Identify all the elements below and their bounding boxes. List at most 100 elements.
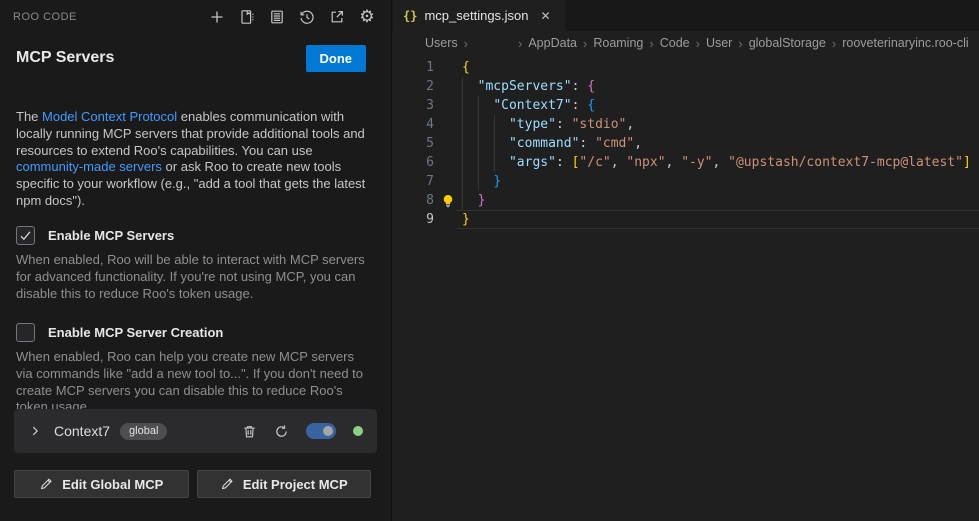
breadcrumb-separator-icon: ›	[583, 36, 587, 51]
line-number: 6	[392, 153, 434, 172]
gutter-spacer	[434, 58, 462, 77]
done-button[interactable]: Done	[306, 45, 367, 72]
code-text: {	[462, 58, 470, 77]
gutter-spacer	[434, 210, 462, 229]
editor-area: {} mcp_settings.json ✕ Users › › AppData › Ro…	[391, 0, 979, 521]
code-line[interactable]: 3 "Context7": {	[392, 96, 979, 115]
enable-mcp-creation-label: Enable MCP Server Creation	[48, 325, 223, 340]
code-text: "Context7": {	[462, 96, 595, 115]
line-number: 7	[392, 172, 434, 191]
line-number: 1	[392, 58, 434, 77]
extension-title: ROO CODE	[13, 11, 77, 23]
enable-mcp-servers-label: Enable MCP Servers	[48, 228, 174, 243]
code-text: }	[462, 191, 485, 210]
line-number: 8	[392, 191, 434, 210]
code-line[interactable]: 9}	[392, 210, 979, 229]
server-status-dot	[353, 426, 363, 436]
server-name: Context7	[54, 423, 110, 439]
chevron-right-icon[interactable]	[28, 424, 42, 438]
edit-project-mcp-label: Edit Project MCP	[243, 477, 348, 492]
breadcrumb-separator-icon: ›	[518, 36, 522, 51]
code-editor[interactable]: 1{2 "mcpServers": {3 "Context7": {4 "typ…	[392, 58, 979, 229]
link-external-icon[interactable]	[326, 6, 348, 28]
gutter-spacer	[434, 153, 462, 172]
breadcrumb-separator-icon: ›	[738, 36, 742, 51]
code-line[interactable]: 8 }	[392, 191, 979, 210]
intro-text: The	[16, 109, 42, 124]
notebook-icon[interactable]	[236, 6, 258, 28]
gear-icon[interactable]: ⚙	[356, 6, 378, 28]
line-number: 2	[392, 77, 434, 96]
editor-tab-bar: {} mcp_settings.json ✕	[392, 0, 979, 31]
panel-header: ROO CODE ⚙	[0, 0, 391, 34]
roo-code-sidebar-panel: ROO CODE ⚙ MCP S	[0, 0, 391, 521]
model-context-protocol-link[interactable]: Model Context Protocol	[42, 109, 177, 124]
tab-close-icon[interactable]: ✕	[541, 9, 551, 23]
code-lines: 1{2 "mcpServers": {3 "Context7": {4 "typ…	[392, 58, 979, 229]
enable-mcp-servers-setting: Enable MCP Servers	[16, 226, 174, 245]
code-text: }	[462, 172, 501, 191]
breadcrumb-separator-icon: ›	[696, 36, 700, 51]
gutter-spacer	[434, 96, 462, 115]
code-text: "command": "cmd",	[462, 134, 642, 153]
code-text: }	[462, 210, 470, 229]
panel-titlebar: MCP Servers Done	[0, 42, 391, 74]
gutter-spacer	[434, 134, 462, 153]
plus-icon[interactable]	[206, 6, 228, 28]
tab-mcp-settings-json[interactable]: {} mcp_settings.json ✕	[393, 0, 565, 31]
breadcrumb-segment[interactable]: Code	[660, 36, 690, 50]
server-scope-badge: global	[120, 423, 167, 440]
lightbulb-icon[interactable]	[434, 191, 462, 210]
mcp-server-icon[interactable]	[266, 6, 288, 28]
enable-mcp-servers-checkbox[interactable]	[16, 226, 35, 245]
restart-icon[interactable]	[274, 424, 289, 439]
breadcrumb-segment[interactable]: AppData	[528, 36, 577, 50]
enable-mcp-servers-description: When enabled, Roo will be able to intera…	[16, 252, 374, 302]
toggle-knob	[323, 426, 333, 436]
line-number: 9	[392, 210, 434, 229]
breadcrumb-separator-icon: ›	[832, 36, 836, 51]
app-window: ROO CODE ⚙ MCP S	[0, 0, 979, 521]
line-number: 3	[392, 96, 434, 115]
breadcrumb-segment[interactable]: globalStorage	[749, 36, 826, 50]
enable-mcp-creation-description: When enabled, Roo can help you create ne…	[16, 349, 374, 416]
header-icon-row: ⚙	[206, 6, 378, 28]
intro-paragraph: The Model Context Protocol enables commu…	[16, 109, 379, 210]
breadcrumb-segment[interactable]: User	[706, 36, 732, 50]
breadcrumb-segment[interactable]: Users	[425, 36, 458, 50]
pencil-icon	[39, 477, 53, 491]
code-line[interactable]: 5 "command": "cmd",	[392, 134, 979, 153]
trash-icon[interactable]	[242, 424, 257, 439]
community-made-servers-link[interactable]: community-made servers	[16, 159, 162, 174]
edit-project-mcp-button[interactable]: Edit Project MCP	[197, 470, 372, 498]
breadcrumb-segment[interactable]: rooveterinaryinc.roo-cli	[842, 36, 968, 50]
gutter-spacer	[434, 77, 462, 96]
code-text: "mcpServers": {	[462, 77, 595, 96]
code-line[interactable]: 4 "type": "stdio",	[392, 115, 979, 134]
breadcrumb: Users › › AppData › Roaming › Code › User › globalS…	[425, 31, 979, 55]
json-file-icon: {}	[403, 9, 417, 23]
enable-mcp-creation-checkbox[interactable]	[16, 323, 35, 342]
code-text: "args": ["/c", "npx", "-y", "@upstash/co…	[462, 153, 971, 172]
code-line[interactable]: 7 }	[392, 172, 979, 191]
edit-global-mcp-label: Edit Global MCP	[62, 477, 163, 492]
page-title: MCP Servers	[16, 49, 114, 67]
pencil-icon	[220, 477, 234, 491]
code-line[interactable]: 1{	[392, 58, 979, 77]
code-line[interactable]: 2 "mcpServers": {	[392, 77, 979, 96]
line-number: 4	[392, 115, 434, 134]
server-row-actions	[242, 423, 363, 439]
gutter-spacer	[434, 115, 462, 134]
checkmark-icon	[19, 229, 32, 242]
history-icon[interactable]	[296, 6, 318, 28]
tab-filename: mcp_settings.json	[424, 8, 528, 23]
edit-global-mcp-button[interactable]: Edit Global MCP	[14, 470, 189, 498]
server-enabled-toggle[interactable]	[306, 423, 336, 439]
enable-mcp-creation-setting: Enable MCP Server Creation	[16, 323, 223, 342]
gutter-spacer	[434, 172, 462, 191]
breadcrumb-separator-icon: ›	[464, 36, 468, 51]
code-line[interactable]: 6 "args": ["/c", "npx", "-y", "@upstash/…	[392, 153, 979, 172]
breadcrumb-segment[interactable]: Roaming	[593, 36, 643, 50]
line-number: 5	[392, 134, 434, 153]
mcp-server-row-context7[interactable]: Context7 global	[14, 409, 377, 453]
